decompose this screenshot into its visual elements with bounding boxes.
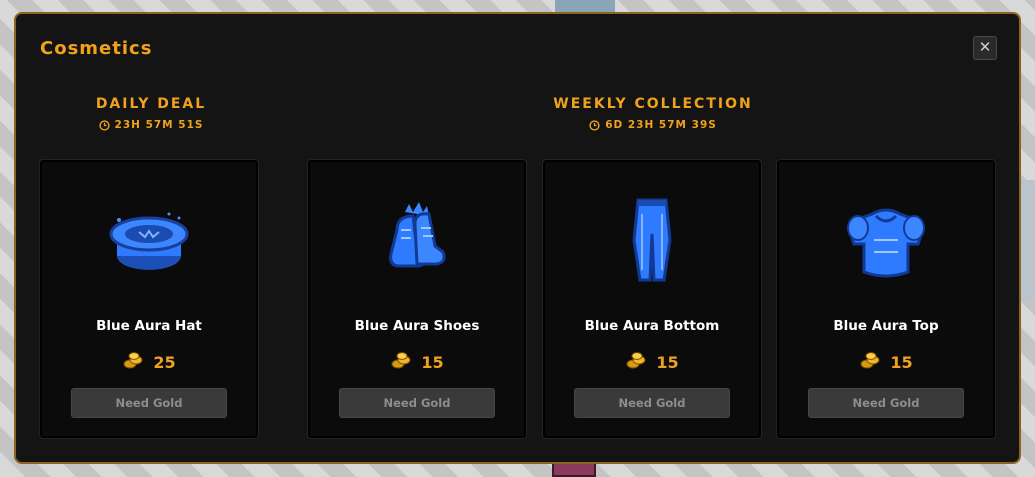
gold-coins-icon <box>625 350 647 374</box>
daily-deal-title: DAILY DEAL <box>95 96 207 112</box>
weekly-collection-header: WEEKLY COLLECTION 6D 23H 57M 39S <box>310 96 996 131</box>
shop-item-card: Blue Aura Shoes 15 Need Gold <box>307 159 527 439</box>
pants-icon <box>602 190 702 290</box>
item-price: 15 <box>545 350 759 374</box>
need-gold-button[interactable]: Need Gold <box>808 388 964 418</box>
price-value: 15 <box>656 352 679 372</box>
shop-item-card: Blue Aura Top 15 Need Gold <box>776 159 996 439</box>
hat-icon <box>99 190 199 290</box>
weekly-collection-timer-text: 6D 23H 57M 39S <box>605 119 717 131</box>
armor-top-icon <box>836 190 936 290</box>
item-price: 15 <box>310 350 524 374</box>
need-gold-button[interactable]: Need Gold <box>71 388 227 418</box>
cosmetics-modal: Cosmetics ✕ DAILY DEAL 23H 57M 51S WEEKL… <box>14 12 1021 464</box>
weekly-collection-timer: 6D 23H 57M 39S <box>310 119 996 131</box>
item-name: Blue Aura Bottom <box>584 318 720 334</box>
gold-coins-icon <box>390 350 412 374</box>
daily-deal-timer: 23H 57M 51S <box>42 119 260 131</box>
weekly-collection-title: WEEKLY COLLECTION <box>553 96 753 112</box>
shoes-icon <box>367 190 467 290</box>
background-tile <box>552 462 596 477</box>
shop-item-card: Blue Aura Hat 25 Need Gold <box>39 159 259 439</box>
price-value: 15 <box>890 352 913 372</box>
price-value: 15 <box>421 352 444 372</box>
modal-title: Cosmetics <box>40 38 153 59</box>
daily-deal-timer-text: 23H 57M 51S <box>114 119 204 131</box>
close-button[interactable]: ✕ <box>973 36 997 60</box>
clock-icon <box>98 119 110 131</box>
daily-deal-header: DAILY DEAL 23H 57M 51S <box>42 96 260 131</box>
item-name: Blue Aura Top <box>833 318 939 334</box>
item-price: 15 <box>779 350 993 374</box>
item-name: Blue Aura Hat <box>96 318 202 334</box>
need-gold-button[interactable]: Need Gold <box>339 388 495 418</box>
price-value: 25 <box>153 352 176 372</box>
item-price: 25 <box>42 350 256 374</box>
gold-coins-icon <box>122 350 144 374</box>
clock-icon <box>589 119 600 131</box>
shop-item-card: Blue Aura Bottom 15 Need Gold <box>542 159 762 439</box>
need-gold-button[interactable]: Need Gold <box>574 388 730 418</box>
item-name: Blue Aura Shoes <box>354 318 480 334</box>
gold-coins-icon <box>859 350 881 374</box>
